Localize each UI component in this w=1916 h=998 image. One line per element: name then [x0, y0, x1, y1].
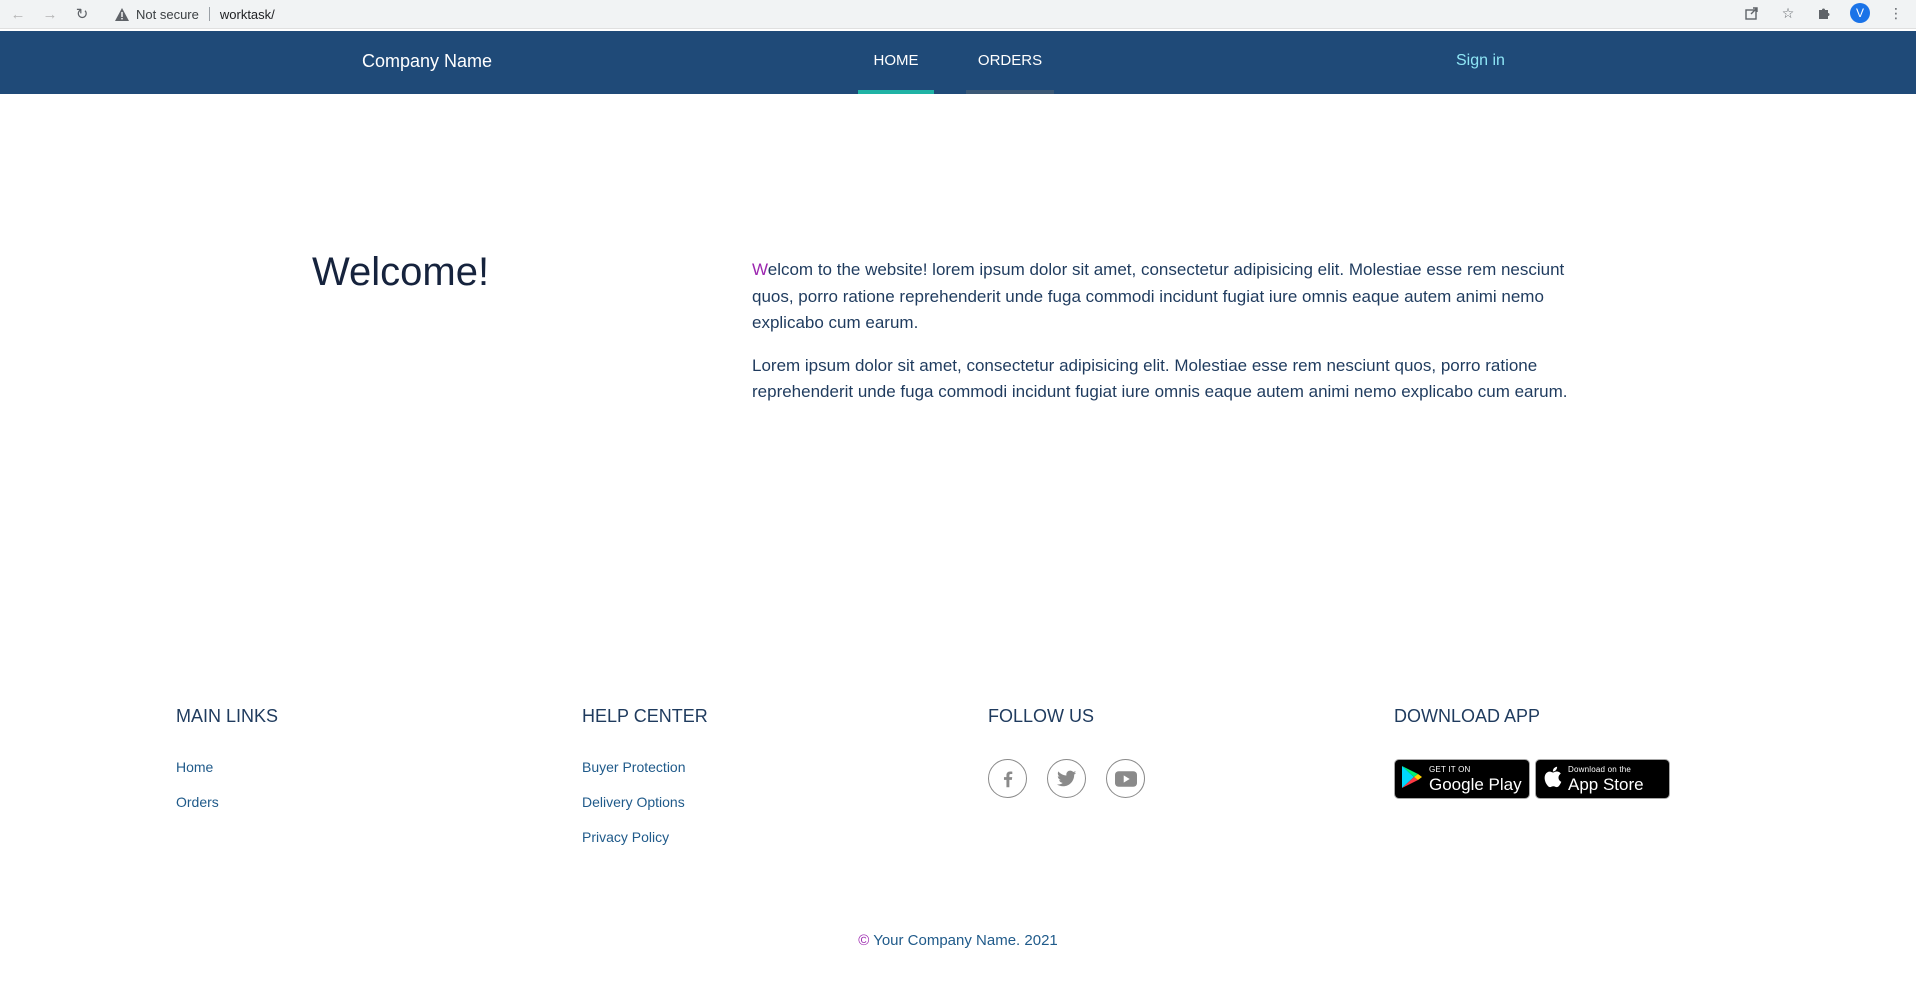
bookmark-star-icon[interactable]: ☆: [1778, 3, 1798, 23]
back-arrow-icon[interactable]: ←: [8, 4, 28, 24]
brand-name[interactable]: Company Name: [362, 51, 492, 72]
browser-toolbar: ← → ↻ Not secure worktask/ ☆ V ⋮: [0, 0, 1916, 29]
intro-paragraph: Welcom to the website! lorem ipsum dolor…: [752, 257, 1604, 337]
app-store-badge[interactable]: Download on the App Store: [1535, 759, 1670, 799]
facebook-icon[interactable]: [988, 759, 1027, 798]
profile-avatar[interactable]: V: [1850, 3, 1870, 23]
google-play-big-text: Google Play: [1429, 774, 1522, 794]
forward-arrow-icon[interactable]: →: [40, 4, 60, 24]
address-bar[interactable]: Not secure worktask/: [104, 2, 1754, 26]
google-play-small-text: GET IT ON: [1429, 764, 1471, 774]
copyright: © Your Company Name. 2021: [0, 932, 1916, 949]
main-links-heading: MAIN LINKS: [176, 706, 279, 726]
footer-link-buyer-protection[interactable]: Buyer Protection: [582, 759, 708, 775]
social-links: [988, 759, 1145, 798]
footer-link-privacy-policy[interactable]: Privacy Policy: [582, 829, 708, 845]
more-menu-icon[interactable]: ⋮: [1886, 3, 1906, 23]
app-badges: GET IT ON Google Play Download on the Ap…: [1394, 759, 1670, 799]
footer-download-app: DOWNLOAD APP GET IT ON Google Play Downl…: [1394, 706, 1670, 799]
twitter-icon[interactable]: [1047, 759, 1086, 798]
intro-paragraph-text: elcom to the website! lorem ipsum dolor …: [752, 260, 1565, 332]
welcome-text: Welcom to the website! lorem ipsum dolor…: [752, 257, 1604, 422]
app-store-big-text: App Store: [1568, 774, 1644, 794]
google-play-text: GET IT ON Google Play: [1429, 764, 1522, 794]
footer-link-home[interactable]: Home: [176, 759, 278, 775]
copyright-symbol: ©: [858, 932, 870, 949]
footer-link-orders[interactable]: Orders: [176, 794, 278, 810]
share-icon[interactable]: [1742, 3, 1762, 23]
nav-orders[interactable]: ORDERS: [966, 31, 1054, 94]
browser-actions: ☆ V ⋮: [1742, 3, 1906, 23]
url-text[interactable]: worktask/: [220, 7, 275, 22]
footer-link-delivery-options[interactable]: Delivery Options: [582, 794, 708, 810]
download-app-heading: DOWNLOAD APP: [1394, 706, 1541, 726]
google-play-icon: [1401, 765, 1423, 794]
app-store-text: Download on the App Store: [1568, 764, 1644, 794]
footer-help-center: HELP CENTER Buyer Protection Delivery Op…: [582, 706, 708, 864]
second-paragraph: Lorem ipsum dolor sit amet, consectetur …: [752, 355, 1568, 402]
address-separator: [208, 7, 210, 21]
follow-us-heading: FOLLOW US: [988, 706, 1095, 726]
apple-icon: [1542, 765, 1562, 794]
warning-icon: [114, 6, 130, 22]
security-label[interactable]: Not secure: [136, 7, 199, 22]
extensions-puzzle-icon[interactable]: [1814, 3, 1834, 23]
copyright-text: Your Company Name. 2021: [869, 932, 1058, 949]
first-letter: W: [752, 260, 768, 279]
google-play-badge[interactable]: GET IT ON Google Play: [1394, 759, 1530, 799]
app-store-small-text: Download on the: [1568, 764, 1632, 774]
youtube-icon[interactable]: [1106, 759, 1145, 798]
nav-home[interactable]: HOME: [858, 31, 934, 94]
reload-icon[interactable]: ↻: [72, 4, 92, 24]
page-title: Welcome!: [312, 250, 490, 294]
footer-follow-us: FOLLOW US: [988, 706, 1145, 798]
site-header: Company Name HOME ORDERS Sign in: [0, 31, 1916, 94]
sign-in-link[interactable]: Sign in: [1456, 52, 1505, 70]
footer-main-links: MAIN LINKS Home Orders: [176, 706, 278, 829]
help-center-heading: HELP CENTER: [582, 706, 708, 726]
